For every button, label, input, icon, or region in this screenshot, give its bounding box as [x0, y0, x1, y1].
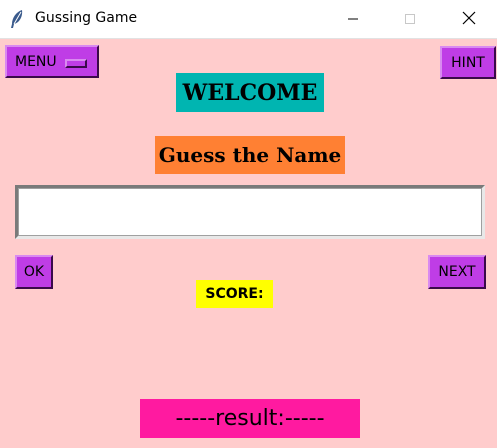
next-button[interactable]: NEXT	[428, 255, 486, 289]
title-bar[interactable]: Gussing Game	[0, 0, 497, 38]
close-icon	[462, 10, 476, 29]
window-title: Gussing Game	[35, 10, 138, 26]
maximize-button[interactable]	[387, 0, 433, 38]
menu-indicator-icon	[65, 59, 87, 68]
game-panel: MENU HINT WELCOME Guess the Name OK NEXT…	[0, 38, 497, 448]
menu-button[interactable]: MENU	[5, 45, 99, 78]
guess-the-name-label: Guess the Name	[155, 136, 345, 174]
score-label: SCORE:	[196, 280, 273, 308]
minimize-button[interactable]	[330, 0, 376, 38]
ok-button[interactable]: OK	[15, 255, 53, 289]
maximize-icon	[404, 10, 416, 29]
minimize-icon	[347, 10, 359, 29]
guess-input[interactable]	[15, 185, 485, 239]
welcome-label: WELCOME	[176, 73, 324, 112]
result-label: -----result:-----	[140, 399, 360, 438]
feather-icon	[8, 9, 26, 29]
hint-button[interactable]: HINT	[440, 46, 496, 79]
close-button[interactable]	[446, 0, 492, 38]
menu-label: MENU	[15, 53, 57, 70]
